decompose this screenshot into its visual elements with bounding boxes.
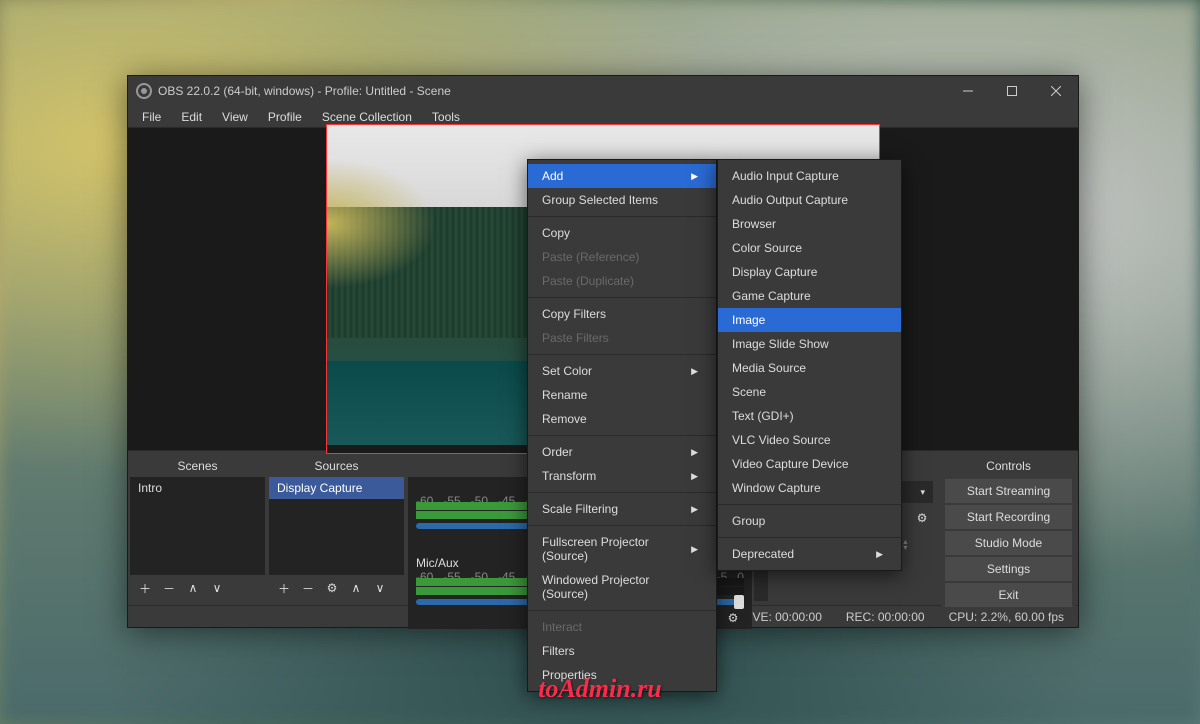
source-down-button[interactable]: ∨ (369, 577, 391, 599)
menu-item-scene[interactable]: Scene (718, 380, 901, 404)
chevron-right-icon: ▶ (876, 549, 883, 560)
menu-item-video-capture-device[interactable]: Video Capture Device (718, 452, 901, 476)
sources-header: Sources (269, 455, 404, 477)
scenes-header: Scenes (130, 455, 265, 477)
menu-item-color-source[interactable]: Color Source (718, 236, 901, 260)
chevron-right-icon: ▶ (691, 171, 698, 182)
scene-up-button[interactable]: ∧ (182, 577, 204, 599)
controls-panel: Controls Start StreamingStart RecordingS… (941, 455, 1076, 601)
sources-panel: Sources Display Capture ＋ － ⚙ ∧ ∨ (269, 455, 404, 601)
add-source-button[interactable]: ＋ (273, 577, 295, 599)
menu-item-media-source[interactable]: Media Source (718, 356, 901, 380)
menu-item-copy[interactable]: Copy (528, 221, 716, 245)
menu-item-text-gdi-[interactable]: Text (GDI+) (718, 404, 901, 428)
menu-item-deprecated[interactable]: Deprecated▶ (718, 542, 901, 566)
status-live: LIVE: 00:00:00 (742, 610, 821, 624)
menu-item-audio-output-capture[interactable]: Audio Output Capture (718, 188, 901, 212)
menu-item-window-capture[interactable]: Window Capture (718, 476, 901, 500)
channel-name: Mic/Aux (416, 556, 459, 570)
menu-item-browser[interactable]: Browser (718, 212, 901, 236)
sources-list[interactable]: Display Capture (269, 477, 404, 575)
menu-item-windowed-projector-source-[interactable]: Windowed Projector (Source) (528, 568, 716, 606)
exit-button[interactable]: Exit (945, 583, 1072, 607)
add-source-submenu[interactable]: Audio Input CaptureAudio Output CaptureB… (717, 159, 902, 571)
scene-down-button[interactable]: ∨ (206, 577, 228, 599)
scene-item[interactable]: Intro (130, 477, 265, 499)
menu-item-transform[interactable]: Transform▶ (528, 464, 716, 488)
gear-icon: ⚙ (327, 581, 338, 595)
menu-item-rename[interactable]: Rename (528, 383, 716, 407)
add-scene-button[interactable]: ＋ (134, 577, 156, 599)
menu-item-audio-input-capture[interactable]: Audio Input Capture (718, 164, 901, 188)
menu-item-filters[interactable]: Filters (528, 639, 716, 663)
chevron-right-icon: ▶ (691, 366, 698, 377)
start-recording-button[interactable]: Start Recording (945, 505, 1072, 529)
watermark-text: toAdmin.ru (538, 674, 662, 704)
scenes-panel: Scenes Intro ＋ － ∧ ∨ (130, 455, 265, 601)
menu-item-add[interactable]: Add▶ (528, 164, 716, 188)
menu-edit[interactable]: Edit (171, 107, 212, 127)
source-up-button[interactable]: ∧ (345, 577, 367, 599)
window-title: OBS 22.0.2 (64-bit, windows) - Profile: … (158, 84, 946, 98)
chevron-right-icon: ▶ (691, 471, 698, 482)
menu-item-image-slide-show[interactable]: Image Slide Show (718, 332, 901, 356)
remove-scene-button[interactable]: － (158, 577, 180, 599)
chevron-right-icon: ▶ (691, 544, 698, 555)
menu-item-interact: Interact (528, 615, 716, 639)
menu-item-paste-duplicate-: Paste (Duplicate) (528, 269, 716, 293)
controls-header: Controls (941, 455, 1076, 477)
menu-item-copy-filters[interactable]: Copy Filters (528, 302, 716, 326)
menu-item-group[interactable]: Group (718, 509, 901, 533)
close-button[interactable] (1034, 76, 1078, 106)
menu-item-fullscreen-projector-source-[interactable]: Fullscreen Projector (Source)▶ (528, 530, 716, 568)
settings-button[interactable]: Settings (945, 557, 1072, 581)
menu-item-group-selected-items[interactable]: Group Selected Items (528, 188, 716, 212)
titlebar[interactable]: OBS 22.0.2 (64-bit, windows) - Profile: … (128, 76, 1078, 106)
minimize-button[interactable] (946, 76, 990, 106)
app-icon (136, 83, 152, 99)
menu-item-scale-filtering[interactable]: Scale Filtering▶ (528, 497, 716, 521)
source-item[interactable]: Display Capture (269, 477, 404, 499)
studio-mode-button[interactable]: Studio Mode (945, 531, 1072, 555)
maximize-button[interactable] (990, 76, 1034, 106)
status-rec: REC: 00:00:00 (846, 610, 925, 624)
menu-item-image[interactable]: Image (718, 308, 901, 332)
source-context-menu[interactable]: Add▶Group Selected Items CopyPaste (Refer… (527, 159, 717, 692)
menu-item-remove[interactable]: Remove (528, 407, 716, 431)
chevron-right-icon: ▶ (691, 504, 698, 515)
scenes-list[interactable]: Intro (130, 477, 265, 575)
menu-item-order[interactable]: Order▶ (528, 440, 716, 464)
transition-settings-button[interactable]: ⚙ (911, 507, 933, 529)
menu-file[interactable]: File (132, 107, 171, 127)
remove-source-button[interactable]: － (297, 577, 319, 599)
start-streaming-button[interactable]: Start Streaming (945, 479, 1072, 503)
spin-icons[interactable]: ▴▾ (903, 539, 907, 551)
source-settings-button[interactable]: ⚙ (321, 577, 343, 599)
menu-item-display-capture[interactable]: Display Capture (718, 260, 901, 284)
menu-item-set-color[interactable]: Set Color▶ (528, 359, 716, 383)
channel-settings-button[interactable]: ⚙ (722, 607, 744, 629)
menu-profile[interactable]: Profile (258, 107, 312, 127)
status-cpu: CPU: 2.2%, 60.00 fps (949, 610, 1064, 624)
menu-item-paste-reference-: Paste (Reference) (528, 245, 716, 269)
chevron-down-icon: ▾ (920, 487, 925, 498)
menu-item-game-capture[interactable]: Game Capture (718, 284, 901, 308)
menu-item-paste-filters: Paste Filters (528, 326, 716, 350)
chevron-right-icon: ▶ (691, 447, 698, 458)
gear-icon: ⚙ (917, 511, 928, 525)
menu-item-vlc-video-source[interactable]: VLC Video Source (718, 428, 901, 452)
menu-view[interactable]: View (212, 107, 258, 127)
